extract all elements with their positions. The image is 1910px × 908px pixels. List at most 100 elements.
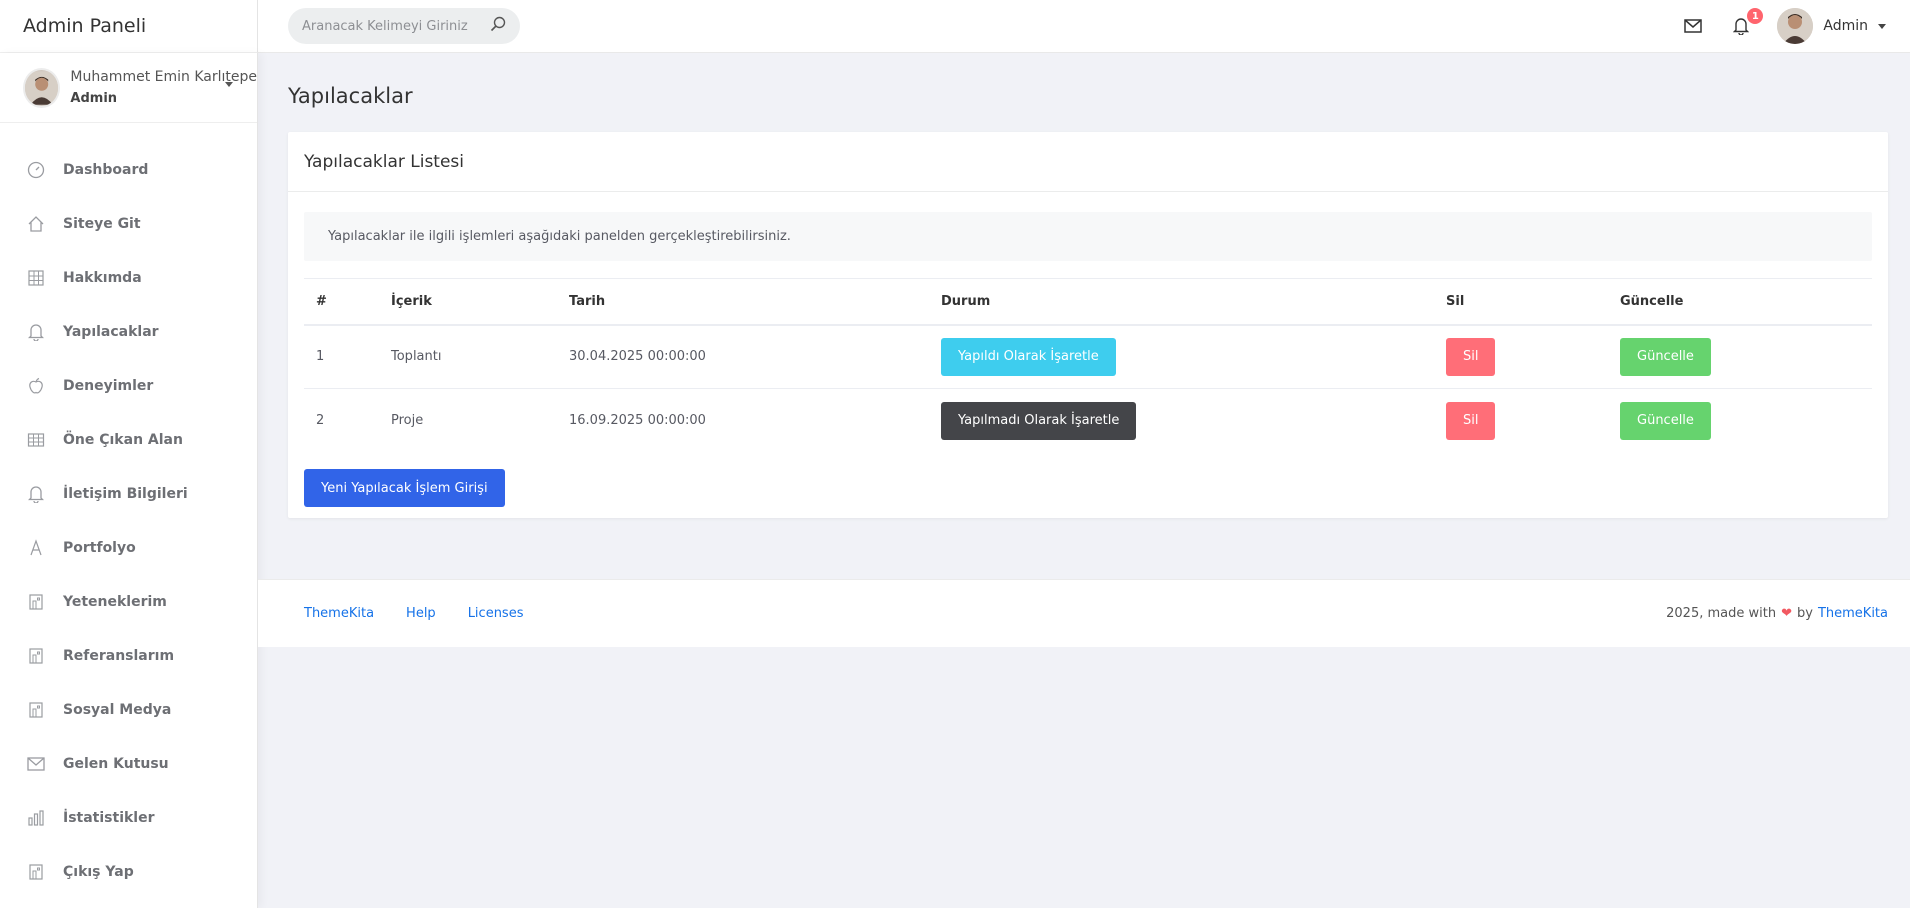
table-row: 2 Proje 16.09.2025 00:00:00 Yapılmadı Ol…: [304, 389, 1872, 453]
mark-undone-button[interactable]: Yapılmadı Olarak İşaretle: [941, 401, 1137, 440]
row-update-cell: Güncelle: [1608, 389, 1872, 453]
apple-icon: [26, 376, 46, 396]
top-navbar: 1 Admin: [258, 0, 1910, 53]
sidebar-nav: Dashboard Siteye Git Hakkımda Yapılacakl…: [0, 143, 257, 899]
sidebar-item-label: Deneyimler: [63, 378, 154, 394]
notification-badge: 1: [1747, 8, 1764, 24]
sidebar-user-info: Muhammet Emin Karlıtepe Admin: [70, 69, 257, 106]
row-status-cell: Yapılmadı Olarak İşaretle: [929, 389, 1434, 453]
avatar: [1777, 8, 1814, 44]
footer-link-licenses[interactable]: Licenses: [468, 606, 524, 621]
row-date: 30.04.2025 00:00:00: [557, 324, 929, 389]
top-right-actions: 1 Admin: [1681, 0, 1910, 52]
chevron-down-icon[interactable]: [225, 82, 233, 87]
column-header-delete: Sil: [1434, 278, 1608, 326]
table-header-row: # İçerik Tarih Durum Sil Güncelle: [304, 278, 1872, 326]
row-date: 16.09.2025 00:00:00: [569, 413, 706, 429]
sidebar-item-iletisim-bilgileri[interactable]: İletişim Bilgileri: [0, 467, 257, 521]
copyright-text: 2025, made with: [1666, 606, 1777, 621]
sidebar-item-label: Yapılacaklar: [63, 324, 159, 340]
copyright-by: by: [1797, 606, 1813, 621]
brand-title[interactable]: Admin Paneli: [23, 15, 146, 37]
footer: ThemeKita Help Licenses 2025, made with …: [258, 579, 1910, 647]
font-icon: [26, 538, 46, 558]
mail-icon: [26, 754, 46, 774]
sidebar-item-hakkimda[interactable]: Hakkımda: [0, 251, 257, 305]
footer-link-help[interactable]: Help: [406, 606, 436, 621]
row-update-cell: Güncelle: [1608, 324, 1872, 389]
sidebar-item-label: İstatistikler: [63, 810, 155, 826]
sidebar-item-istatistikler[interactable]: İstatistikler: [0, 791, 257, 845]
sidebar-item-label: Dashboard: [63, 162, 149, 178]
bell-icon: [26, 322, 46, 342]
dashboard-icon: [26, 160, 46, 180]
bell-icon: [26, 484, 46, 504]
sidebar-item-siteye-git[interactable]: Siteye Git: [0, 197, 257, 251]
sidebar-item-label: Çıkış Yap: [63, 864, 134, 880]
sidebar: Muhammet Emin Karlıtepe Admin Dashboard …: [0, 53, 258, 908]
column-header-date: Tarih: [557, 278, 929, 326]
sidebar-item-label: Hakkımda: [63, 270, 142, 286]
column-header-content: İçerik: [379, 278, 557, 326]
logo-header: Admin Paneli: [0, 0, 258, 53]
page-title: Yapılacaklar: [288, 84, 413, 108]
sidebar-item-label: İletişim Bilgileri: [63, 486, 188, 502]
sidebar-item-deneyimler[interactable]: Deneyimler: [0, 359, 257, 413]
sidebar-item-sosyal-medya[interactable]: Sosyal Medya: [0, 683, 257, 737]
update-button[interactable]: Güncelle: [1620, 401, 1711, 440]
sidebar-item-portfolyo[interactable]: Portfolyo: [0, 521, 257, 575]
footer-copyright: 2025, made with ❤ by ThemeKita: [1666, 606, 1888, 621]
sidebar-item-label: Yeteneklerim: [63, 594, 167, 610]
sidebar-item-dashboard[interactable]: Dashboard: [0, 143, 257, 197]
column-header-number: #: [304, 278, 379, 326]
row-status-cell: Yapıldı Olarak İşaretle: [929, 324, 1434, 389]
sidebar-item-label: Öne Çıkan Alan: [63, 432, 183, 448]
grid-icon: [26, 268, 46, 288]
avatar: [23, 67, 61, 108]
sidebar-item-gelen-kutusu[interactable]: Gelen Kutusu: [0, 737, 257, 791]
footer-link-themekita[interactable]: ThemeKita: [304, 606, 374, 621]
sidebar-item-referanslarim[interactable]: Referanslarım: [0, 629, 257, 683]
sidebar-item-cikis-yap[interactable]: Çıkış Yap: [0, 845, 257, 899]
todo-card: Yapılacaklar Listesi Yapılacaklar ile il…: [288, 132, 1888, 518]
footer-link-author[interactable]: ThemeKita: [1818, 606, 1888, 621]
new-todo-button[interactable]: Yeni Yapılacak İşlem Girişi: [304, 469, 505, 507]
building-icon: [26, 862, 46, 882]
home-icon: [26, 214, 46, 234]
mark-done-button[interactable]: Yapıldı Olarak İşaretle: [941, 337, 1116, 376]
column-header-status: Durum: [929, 278, 1434, 326]
search-box: [288, 8, 520, 44]
sidebar-user[interactable]: Muhammet Emin Karlıtepe Admin: [0, 53, 257, 123]
chart-icon: [26, 808, 46, 828]
delete-button[interactable]: Sil: [1446, 337, 1496, 376]
chevron-down-icon: [1878, 23, 1886, 29]
row-id: 2: [316, 413, 325, 429]
sidebar-item-yapilacaklar[interactable]: Yapılacaklar: [0, 305, 257, 359]
row-id: 1: [304, 324, 379, 389]
card-title: Yapılacaklar Listesi: [288, 132, 1888, 192]
table-icon: [26, 430, 46, 450]
sidebar-item-yeteneklerim[interactable]: Yeteneklerim: [0, 575, 257, 629]
mail-icon[interactable]: [1681, 14, 1705, 38]
table-row: 1 Toplantı 30.04.2025 00:00:00 Yapıldı O…: [304, 324, 1872, 389]
search-icon[interactable]: [490, 16, 506, 36]
user-name: Admin: [1823, 18, 1868, 34]
heart-icon: ❤: [1781, 606, 1792, 621]
column-header-update: Güncelle: [1608, 278, 1872, 326]
row-delete-cell: Sil: [1434, 389, 1608, 453]
user-menu[interactable]: Admin: [1777, 8, 1886, 44]
update-button[interactable]: Güncelle: [1620, 337, 1711, 376]
sidebar-item-label: Portfolyo: [63, 540, 136, 556]
sidebar-item-one-cikan-alan[interactable]: Öne Çıkan Alan: [0, 413, 257, 467]
building-icon: [26, 700, 46, 720]
row-delete-cell: Sil: [1434, 324, 1608, 389]
search-input[interactable]: [302, 18, 472, 34]
sidebar-item-label: Referanslarım: [63, 648, 175, 664]
row-content: Proje: [391, 413, 424, 429]
row-content: Toplantı: [379, 324, 557, 389]
sidebar-item-label: Gelen Kutusu: [63, 756, 169, 772]
notification-bell-icon[interactable]: 1: [1729, 8, 1764, 38]
sidebar-user-role: Admin: [70, 91, 118, 106]
delete-button[interactable]: Sil: [1446, 401, 1496, 440]
todo-table: # İçerik Tarih Durum Sil Güncelle 1 Topl…: [304, 278, 1872, 453]
